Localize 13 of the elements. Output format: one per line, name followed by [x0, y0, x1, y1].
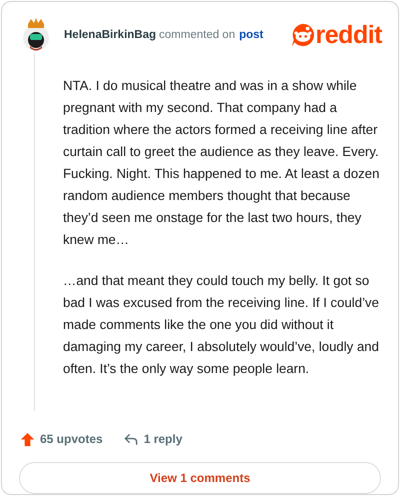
reply-count: 1 reply	[144, 432, 182, 446]
author-name[interactable]: HelenaBirkinBag	[64, 29, 156, 41]
reddit-wordmark: reddit	[316, 23, 382, 47]
avatar-icon	[21, 18, 51, 52]
comment-paragraph: …and that meant they could touch my belly. It got so bad I was excused from the receiving line. If I could’ve made comments like the one you did without it damaging my career, I absolutely would’ve, loudly and often. It’s the only way some people learn.	[63, 272, 380, 378]
reply-icon[interactable]	[122, 432, 139, 446]
upvote-count: 65 upvotes	[40, 432, 103, 446]
view-comments-button[interactable]: View 1 comments	[19, 462, 381, 494]
comment-paragraph: NTA. I do musical theatre and was in a show while pregnant with my second. That company had a tradition where the actors formed a receiving line after curtain call to greet the audience as they leave. Every. Fucking. Night. This happened to me. At least a dozen random audience members thought that because they’d seen me onstage for the last two hours, they knew me…	[63, 77, 380, 249]
post-link[interactable]: post	[239, 29, 264, 41]
upvote-arrow-icon[interactable]	[20, 432, 35, 446]
action-text: commented on	[159, 29, 236, 41]
reddit-logo-icon	[290, 23, 315, 47]
